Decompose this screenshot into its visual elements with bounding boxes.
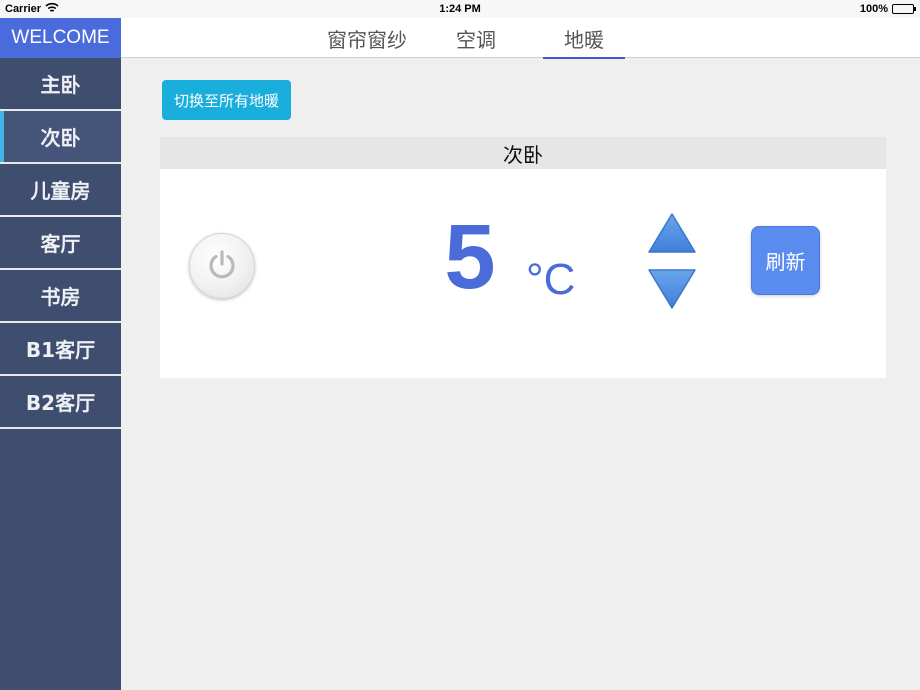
triangle-up-icon xyxy=(646,213,698,259)
sidebar-item-living-room[interactable]: 客厅 xyxy=(0,217,121,270)
temperature-value: 5 xyxy=(444,206,496,308)
sidebar-item-label: B2客厅 xyxy=(25,391,96,415)
floor-heating-panel: 次卧 5 °C 刷新 xyxy=(160,137,886,378)
temperature-unit: °C xyxy=(526,255,576,304)
temperature-down-button[interactable] xyxy=(646,267,698,311)
sidebar-item-label: 客厅 xyxy=(40,232,81,256)
sidebar-item-label: 书房 xyxy=(40,285,81,309)
refresh-button[interactable]: 刷新 xyxy=(751,226,820,295)
temperature-up-button[interactable] xyxy=(646,211,698,255)
battery-icon xyxy=(892,4,916,14)
sidebar-item-second-bedroom[interactable]: 次卧 xyxy=(0,111,121,164)
panel-title: 次卧 xyxy=(160,137,886,169)
tab-curtains[interactable]: 窗帘窗纱 xyxy=(317,18,417,58)
sidebar-item-master-bedroom[interactable]: 主卧 xyxy=(0,58,121,111)
sidebar-item-label: 次卧 xyxy=(40,126,81,150)
tab-floor-heating[interactable]: 地暖 xyxy=(543,18,625,59)
sidebar-item-b1-living-room[interactable]: B1客厅 xyxy=(0,323,121,376)
sidebar-item-label: 主卧 xyxy=(40,73,81,97)
sidebar-item-kids-room[interactable]: 儿童房 xyxy=(0,164,121,217)
clock: 1:24 PM xyxy=(439,3,481,15)
sidebar-item-label: 儿童房 xyxy=(30,179,91,203)
triangle-down-icon xyxy=(646,269,698,315)
sidebar-item-b2-living-room[interactable]: B2客厅 xyxy=(0,376,121,429)
welcome-header: WELCOME xyxy=(0,18,121,58)
sidebar-item-study[interactable]: 书房 xyxy=(0,270,121,323)
switch-all-floor-heating-button[interactable]: 切换至所有地暖 xyxy=(162,80,291,120)
tab-air-conditioner[interactable]: 空调 xyxy=(441,18,511,58)
status-bar: Carrier 1:24 PM 100% xyxy=(0,0,920,18)
battery-status: 100% xyxy=(859,3,916,15)
battery-percent: 100% xyxy=(859,3,888,15)
category-tabs: 窗帘窗纱 空调 地暖 xyxy=(121,18,920,59)
power-button[interactable] xyxy=(189,233,255,299)
power-icon xyxy=(205,247,239,285)
sidebar-item-label: B1客厅 xyxy=(25,338,96,362)
room-sidebar: WELCOME 主卧 次卧 儿童房 客厅 书房 B1客厅 B2客厅 xyxy=(0,18,121,690)
